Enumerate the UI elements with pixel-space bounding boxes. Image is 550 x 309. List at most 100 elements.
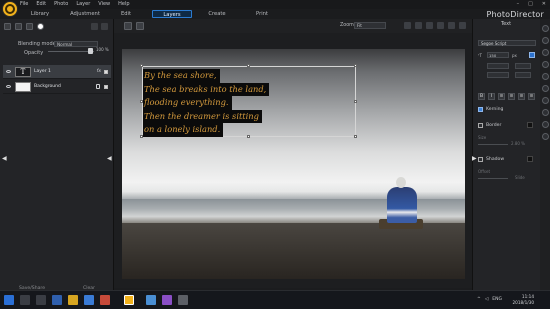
eraser-tool-icon[interactable] <box>542 61 549 68</box>
effects-tool-icon[interactable] <box>542 121 549 128</box>
view-mode-icon[interactable] <box>124 22 132 30</box>
brush-tool-icon[interactable] <box>542 49 549 56</box>
font-size-input[interactable]: 150 <box>487 52 509 58</box>
leading-input[interactable] <box>487 72 509 78</box>
tracking-input[interactable] <box>487 63 509 69</box>
tab-layers[interactable]: Layers <box>152 10 192 18</box>
volume-icon[interactable]: ◁ <box>485 297 488 302</box>
maximize-icon[interactable]: □ <box>528 1 533 7</box>
text-properties-panel: Text Segoe Script ᵀT 150 px B I ≡ ≡ ≡ ≡ … <box>472 19 550 290</box>
resize-handle[interactable] <box>354 100 357 103</box>
zoom-select[interactable]: Fit <box>354 22 386 29</box>
align-right-button[interactable]: ≡ <box>518 93 525 100</box>
bold-button[interactable]: B <box>478 93 485 100</box>
eye-icon[interactable] <box>6 85 11 88</box>
search-icon[interactable] <box>20 295 30 305</box>
app-icon[interactable] <box>178 295 188 305</box>
expand-panel-icon[interactable]: ◀ <box>107 155 112 162</box>
tab-adjustment[interactable]: Adjustment <box>68 10 102 18</box>
mask-tool-icon[interactable] <box>542 97 549 104</box>
app-icon[interactable] <box>100 295 110 305</box>
task-view-icon[interactable] <box>36 295 46 305</box>
fx-icon[interactable]: fx <box>97 69 101 74</box>
photodirector-taskbar-icon[interactable] <box>124 295 134 305</box>
text-color-swatch[interactable] <box>529 52 535 58</box>
crop-tool-icon[interactable] <box>542 73 549 80</box>
undo-icon[interactable] <box>426 22 433 29</box>
app-icon[interactable] <box>162 295 172 305</box>
baseline-input[interactable] <box>515 72 531 78</box>
shadow-checkbox[interactable] <box>478 157 483 162</box>
eye-icon[interactable] <box>6 70 11 73</box>
close-icon[interactable]: ✕ <box>542 1 546 7</box>
clock[interactable]: 11:14 2018/1/30 <box>513 294 534 306</box>
text-line: The sea breaks into the land, <box>143 82 270 97</box>
start-icon[interactable] <box>4 295 14 305</box>
edge-icon[interactable] <box>52 295 62 305</box>
border-color-swatch[interactable] <box>527 122 533 128</box>
blending-mode-label: Blending mode: <box>18 41 58 47</box>
settings-icon[interactable] <box>459 22 466 29</box>
chevron-up-icon[interactable]: ^ <box>477 297 481 302</box>
layer-checkbox[interactable] <box>104 70 108 74</box>
menu-file[interactable]: File <box>20 1 28 7</box>
align-left-button[interactable]: ≡ <box>498 93 505 100</box>
file-explorer-icon[interactable] <box>68 295 78 305</box>
history-icon[interactable] <box>448 22 455 29</box>
size-slider[interactable] <box>478 144 508 145</box>
hand-tool-icon[interactable] <box>404 22 411 29</box>
tab-create[interactable]: Create <box>206 10 228 18</box>
shadow-color-swatch[interactable] <box>527 156 533 162</box>
shape-tool-icon[interactable] <box>542 37 549 44</box>
resize-handle[interactable] <box>354 64 357 67</box>
menu-photo[interactable]: Photo <box>54 1 68 7</box>
compare-icon[interactable] <box>136 22 144 30</box>
collapse-left-icon[interactable]: ◀ <box>2 155 7 162</box>
layer-row-text[interactable]: T Layer 1 fx <box>3 65 111 79</box>
store-icon[interactable] <box>84 295 94 305</box>
tab-library[interactable]: Library <box>28 10 52 18</box>
new-layer-icon[interactable] <box>4 23 11 30</box>
layer-row-background[interactable]: Background <box>3 80 111 94</box>
offset-slider[interactable] <box>478 178 508 179</box>
tab-edit[interactable]: Edit <box>118 10 134 18</box>
tab-print[interactable]: Print <box>254 10 270 18</box>
resize-handle[interactable] <box>247 64 250 67</box>
menu-layer[interactable]: Layer <box>76 1 90 7</box>
font-select[interactable]: Segoe Script <box>478 40 536 46</box>
transform-tool-icon[interactable] <box>542 85 549 92</box>
droplet-icon[interactable] <box>542 133 549 140</box>
text-layer-content[interactable]: By the sea shore, The sea breaks into th… <box>143 69 270 137</box>
circle-mask-icon[interactable] <box>37 23 44 30</box>
duplicate-layer-icon[interactable] <box>91 23 98 30</box>
kerning-checkbox[interactable] <box>478 107 483 112</box>
mask-icon[interactable] <box>26 23 33 30</box>
justify-button[interactable]: ≡ <box>528 93 535 100</box>
menu-help[interactable]: Help <box>118 1 129 7</box>
opacity-value: 100 % <box>96 47 109 52</box>
menu-view[interactable]: View <box>98 1 110 7</box>
italic-button[interactable]: I <box>488 93 495 100</box>
canvas-tool-icons <box>404 22 466 29</box>
shadow-label: Shadow <box>486 157 505 162</box>
scale-input[interactable] <box>515 63 531 69</box>
menu-edit[interactable]: Edit <box>36 1 46 7</box>
redo-icon[interactable] <box>437 22 444 29</box>
app-icon[interactable] <box>146 295 156 305</box>
blending-mode-select[interactable]: Normal <box>54 41 98 47</box>
lock-icon[interactable] <box>96 84 100 89</box>
lang-indicator[interactable]: ENG <box>492 297 502 302</box>
gradient-tool-icon[interactable] <box>542 109 549 116</box>
collapse-right-icon[interactable]: ▶ <box>472 155 477 162</box>
text-tool-icon[interactable] <box>542 25 549 32</box>
resize-handle[interactable] <box>140 64 143 67</box>
border-checkbox[interactable] <box>478 123 483 128</box>
layer-options-icon[interactable] <box>15 23 22 30</box>
resize-handle[interactable] <box>354 135 357 138</box>
layer-checkbox[interactable] <box>104 85 108 89</box>
opacity-slider-handle[interactable] <box>88 48 93 54</box>
trash-icon[interactable] <box>101 23 108 30</box>
minimize-icon[interactable]: – <box>517 1 520 7</box>
align-center-button[interactable]: ≡ <box>508 93 515 100</box>
fullscreen-icon[interactable] <box>415 22 422 29</box>
